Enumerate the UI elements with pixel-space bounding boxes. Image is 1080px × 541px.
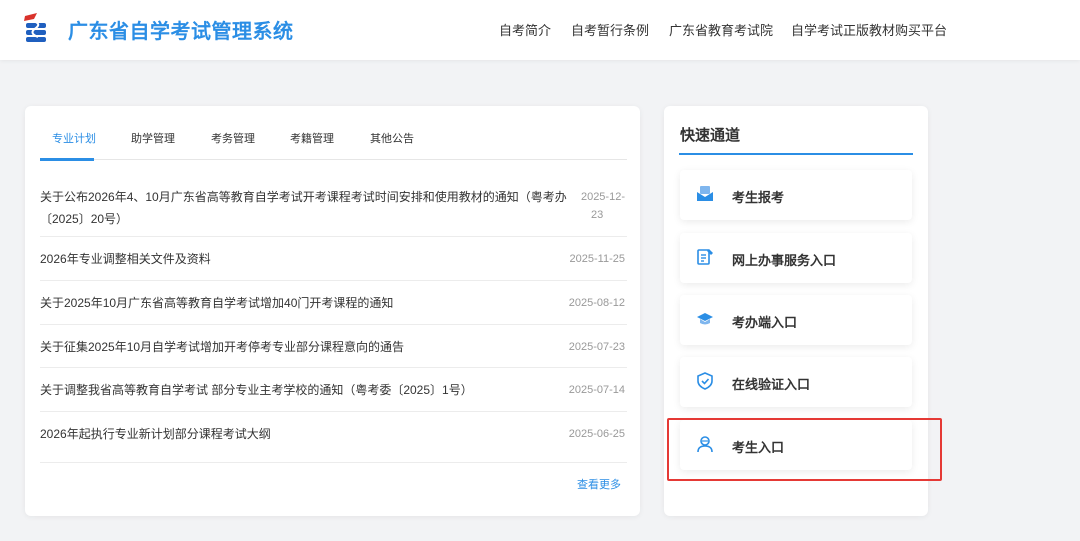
news-date-line1: 2025-12- [580, 191, 625, 203]
entry-online-verification[interactable]: 在线验证入口 [680, 357, 912, 407]
entry-exam-registration[interactable]: 考生报考 [680, 170, 912, 220]
news-date-line2: 23 [590, 209, 604, 221]
quick-access-panel: 快速通道 考生报考 网上办事服务入口 考办端入口 在线验证入口 考生入口 [664, 106, 928, 516]
news-date: 2025-11-25 [569, 253, 625, 265]
news-list: 关于公布2026年4、10月广东省高等教育自学考试开考课程考试时间安排和使用教材… [40, 166, 627, 463]
document-edit-icon [697, 249, 713, 265]
news-date: 2025-08-12 [568, 297, 625, 309]
news-tabs: 专业计划 助学管理 考务管理 考籍管理 其他公告 [40, 122, 627, 161]
user-icon [697, 436, 713, 453]
news-title[interactable]: 关于征集2025年10月自学考试增加开考停考专业部分课程意向的通告 [40, 336, 573, 358]
tab-study-aid[interactable]: 助学管理 [131, 130, 175, 146]
list-item[interactable]: 关于调整我省高等教育自学考试 部分专业主考学校的通知（粤考委〔2025〕1号） … [40, 368, 627, 412]
site-title[interactable]: 广东省自学考试管理系统 [68, 15, 294, 44]
entry-label: 考生入口 [732, 440, 785, 455]
graduation-cap-icon [697, 313, 713, 325]
mail-icon [697, 186, 713, 201]
shield-check-icon [697, 372, 713, 390]
entry-online-service[interactable]: 网上办事服务入口 [680, 233, 912, 283]
news-panel: 专业计划 助学管理 考务管理 考籍管理 其他公告 关于公布2026年4、10月广… [25, 106, 640, 516]
list-item[interactable]: 关于公布2026年4、10月广东省高等教育自学考试开考课程考试时间安排和使用教材… [40, 166, 627, 237]
nav-link-intro[interactable]: 自考简介 [499, 20, 551, 40]
tab-exam-affairs[interactable]: 考务管理 [211, 130, 255, 146]
nav-link-regulations[interactable]: 自考暂行条例 [571, 20, 649, 40]
nav-link-textbook-platform[interactable]: 自学考试正版教材购买平台 [791, 20, 947, 40]
active-tab-indicator [40, 158, 94, 161]
news-date: 2025-06-25 [568, 428, 625, 440]
list-item[interactable]: 2026年专业调整相关文件及资料 2025-11-25 [40, 237, 627, 281]
view-more-link[interactable]: 查看更多 [577, 476, 621, 492]
nav-link-exam-authority[interactable]: 广东省教育考试院 [669, 20, 773, 40]
entry-candidate-login[interactable]: 考生入口 [680, 420, 912, 470]
tab-registration[interactable]: 考籍管理 [290, 130, 334, 146]
entry-exam-office[interactable]: 考办端入口 [680, 295, 912, 345]
news-title[interactable]: 2026年专业调整相关文件及资料 [40, 248, 573, 270]
entry-label: 在线验证入口 [732, 377, 811, 392]
tab-major-plan[interactable]: 专业计划 [52, 130, 96, 146]
news-date: 2025-07-14 [568, 384, 625, 396]
entry-label: 考办端入口 [732, 315, 798, 330]
news-title[interactable]: 关于2025年10月广东省高等教育自学考试增加40门开考课程的通知 [40, 292, 573, 314]
list-item[interactable]: 关于征集2025年10月自学考试增加开考停考专业部分课程意向的通告 2025-0… [40, 325, 627, 368]
news-title[interactable]: 关于公布2026年4、10月广东省高等教育自学考试开考课程考试时间安排和使用教材… [40, 186, 573, 230]
entry-label: 考生报考 [732, 190, 785, 205]
news-date: 2025-07-23 [568, 341, 625, 353]
top-navbar: 广东省自学考试管理系统 自考简介 自考暂行条例 广东省教育考试院 自学考试正版教… [0, 0, 1080, 60]
title-underline [679, 153, 913, 155]
news-date: 2025-12- 23 [581, 188, 625, 224]
entry-label: 网上办事服务入口 [732, 253, 837, 268]
quick-access-title: 快速通道 [680, 127, 741, 144]
tab-other-notices[interactable]: 其他公告 [370, 130, 414, 146]
logo-icon [24, 13, 46, 42]
list-item[interactable]: 2026年起执行专业新计划部分课程考试大纲 2025-06-25 [40, 412, 627, 463]
news-title[interactable]: 2026年起执行专业新计划部分课程考试大纲 [40, 423, 573, 445]
list-item[interactable]: 关于2025年10月广东省高等教育自学考试增加40门开考课程的通知 2025-0… [40, 281, 627, 325]
news-title[interactable]: 关于调整我省高等教育自学考试 部分专业主考学校的通知（粤考委〔2025〕1号） [40, 379, 573, 401]
